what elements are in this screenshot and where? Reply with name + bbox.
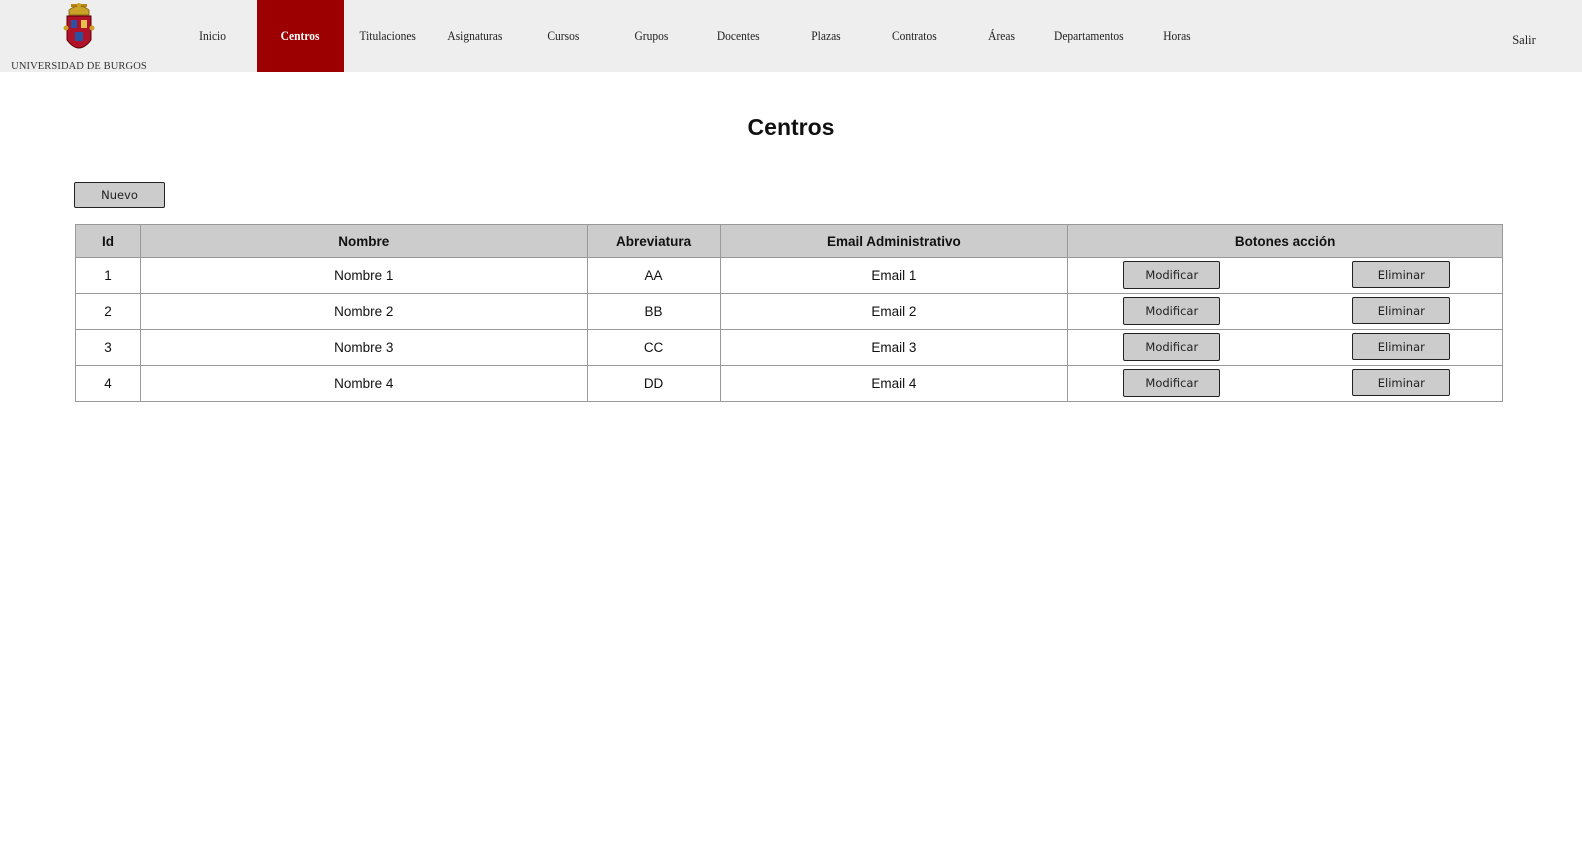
nav-item-horas[interactable]: Horas	[1133, 0, 1221, 72]
table-header-row: Id Nombre Abreviatura Email Administrati…	[75, 224, 1503, 258]
nav-item-grupos[interactable]: Grupos	[607, 0, 695, 72]
modify-button[interactable]: Modificar	[1123, 297, 1221, 325]
table-row: 4 Nombre 4 DD Email 4 Modificar Eliminar	[75, 365, 1503, 402]
page-title: Centros	[747, 114, 835, 140]
cell-email: Email 2	[719, 293, 1069, 330]
cell-abreviatura: AA	[586, 257, 721, 294]
nav-item-plazas[interactable]: Plazas	[782, 0, 870, 72]
university-name: UNIVERSIDAD DE BURGOS	[11, 61, 147, 72]
nav-item-departamentos[interactable]: Departamentos	[1045, 0, 1133, 72]
nav-item-asignaturas[interactable]: Asignaturas	[431, 0, 519, 72]
nav-label: Horas	[1163, 28, 1191, 43]
cell-actions: Modificar Eliminar	[1067, 257, 1503, 294]
table-row: 2 Nombre 2 BB Email 2 Modificar Eliminar	[75, 293, 1503, 330]
column-header-nombre: Nombre	[139, 224, 588, 258]
column-header-actions: Botones acción	[1067, 224, 1503, 258]
column-header-id: Id	[75, 224, 141, 258]
column-header-email: Email Administrativo	[719, 224, 1069, 258]
table-row: 1 Nombre 1 AA Email 1 Modificar Eliminar	[75, 257, 1503, 294]
cell-abreviatura: CC	[586, 329, 721, 366]
cell-nombre: Nombre 4	[139, 365, 588, 402]
top-navigation-bar: UNIVERSIDAD DE BURGOS Inicio Centros Tit…	[0, 0, 1582, 72]
cell-email: Email 3	[719, 329, 1069, 366]
modify-button[interactable]: Modificar	[1123, 333, 1221, 361]
nav-label: Cursos	[547, 28, 579, 43]
logout-link[interactable]: Salir	[1500, 0, 1548, 80]
nav-item-inicio[interactable]: Inicio	[170, 0, 256, 72]
cell-actions: Modificar Eliminar	[1067, 293, 1503, 330]
nav-label: Contratos	[891, 28, 937, 43]
cell-id: 2	[75, 293, 141, 330]
coat-of-arms-icon	[63, 3, 95, 49]
cell-actions: Modificar Eliminar	[1067, 365, 1503, 402]
delete-button[interactable]: Eliminar	[1352, 297, 1451, 324]
nav-item-contratos[interactable]: Contratos	[870, 0, 958, 72]
delete-button[interactable]: Eliminar	[1352, 333, 1451, 360]
delete-button[interactable]: Eliminar	[1352, 369, 1451, 396]
nav-label: Grupos	[634, 28, 668, 43]
cell-email: Email 4	[719, 365, 1069, 402]
modify-button[interactable]: Modificar	[1123, 369, 1221, 397]
nav-label: Centros	[281, 28, 320, 43]
delete-button[interactable]: Eliminar	[1352, 261, 1451, 288]
nav-item-cursos[interactable]: Cursos	[519, 0, 607, 72]
nav-label: Inicio	[199, 28, 227, 43]
nav-item-titulaciones[interactable]: Titulaciones	[344, 0, 431, 72]
nav-item-centros[interactable]: Centros	[257, 0, 344, 72]
nav-item-areas[interactable]: Áreas	[958, 0, 1045, 72]
nav-label: Asignaturas	[447, 28, 503, 43]
column-header-abreviatura: Abreviatura	[586, 224, 721, 258]
modify-button[interactable]: Modificar	[1123, 261, 1221, 289]
nav-item-docentes[interactable]: Docentes	[695, 0, 782, 72]
cell-id: 4	[75, 365, 141, 402]
cell-actions: Modificar Eliminar	[1067, 329, 1503, 366]
table-row: 3 Nombre 3 CC Email 3 Modificar Eliminar	[75, 329, 1503, 366]
nav-label: Docentes	[717, 28, 760, 43]
cell-id: 1	[75, 257, 141, 294]
cell-id: 3	[75, 329, 141, 366]
cell-email: Email 1	[719, 257, 1069, 294]
new-button[interactable]: Nuevo	[74, 182, 165, 208]
cell-nombre: Nombre 1	[139, 257, 588, 294]
cell-abreviatura: BB	[586, 293, 721, 330]
nav-label: Titulaciones	[359, 28, 416, 43]
university-logo[interactable]: UNIVERSIDAD DE BURGOS	[8, 2, 150, 72]
nav-label: Plazas	[811, 28, 841, 43]
nav-label: Áreas	[988, 28, 1015, 43]
cell-abreviatura: DD	[586, 365, 721, 402]
cell-nombre: Nombre 3	[139, 329, 588, 366]
cell-nombre: Nombre 2	[139, 293, 588, 330]
centros-table: Id Nombre Abreviatura Email Administrati…	[75, 224, 1503, 402]
nav-label: Departamentos	[1054, 28, 1124, 43]
